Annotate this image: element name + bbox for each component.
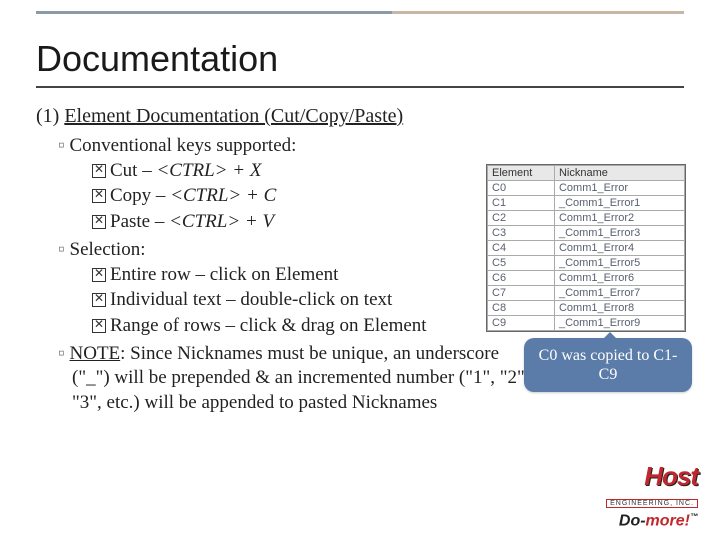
note-label: NOTE [70, 343, 121, 364]
bullet-icon [92, 215, 106, 229]
table-cell: Comm1_Error6 [554, 271, 684, 286]
bullet-icon [92, 319, 106, 333]
table-cell: C4 [488, 241, 555, 256]
bullet-icon [92, 189, 106, 203]
brand-logo: Host ENGINEERING, INC. Do-more!™ [606, 461, 698, 530]
bullet-icon [92, 268, 106, 282]
table-cell: _Comm1_Error9 [554, 316, 684, 331]
callout-bubble: C0 was copied to C1-C9 [524, 338, 692, 392]
table-row: C7_Comm1_Error7 [488, 286, 685, 301]
section-heading: (1) Element Documentation (Cut/Copy/Past… [36, 104, 684, 130]
table-row: C2Comm1_Error2 [488, 211, 685, 226]
sel-text: Entire row – click on Element [110, 264, 338, 285]
table-row: C8Comm1_Error8 [488, 301, 685, 316]
key-label: Cut – [110, 160, 156, 181]
slide: Documentation (1) Element Documentation … [0, 0, 720, 540]
bullet-keys-supported: Conventional keys supported: [58, 134, 684, 158]
table-cell: Comm1_Error4 [554, 241, 684, 256]
table-cell: _Comm1_Error1 [554, 196, 684, 211]
table-cell: C3 [488, 226, 555, 241]
bullet-icon [92, 293, 106, 307]
table-row: C4Comm1_Error4 [488, 241, 685, 256]
table-row: C6Comm1_Error6 [488, 271, 685, 286]
page-title: Documentation [36, 38, 684, 80]
key-label: Copy – [110, 185, 170, 206]
table-cell: C5 [488, 256, 555, 271]
bullet-note: NOTE: Since Nicknames must be unique, an… [58, 342, 538, 415]
table-cell: Comm1_Error2 [554, 211, 684, 226]
keys-head-text: Conventional keys supported: [70, 135, 297, 156]
table-row: C5_Comm1_Error5 [488, 256, 685, 271]
table-cell: C7 [488, 286, 555, 301]
col-nickname: Nickname [554, 166, 684, 181]
title-rule [36, 86, 684, 88]
accent-line [36, 8, 684, 20]
table-cell: Comm1_Error [554, 181, 684, 196]
table-row: C3_Comm1_Error3 [488, 226, 685, 241]
logo-more: more! [646, 512, 690, 529]
table-cell: _Comm1_Error3 [554, 226, 684, 241]
table-cell: C9 [488, 316, 555, 331]
section-number: (1) [36, 105, 59, 127]
logo-domore: Do-more!™ [606, 512, 698, 530]
table-row: C0Comm1_Error [488, 181, 685, 196]
logo-do: Do- [619, 512, 646, 529]
note-text: : Since Nicknames must be unique, an und… [72, 343, 530, 413]
table-cell: _Comm1_Error5 [554, 256, 684, 271]
key-combo: <CTRL> + X [156, 160, 261, 181]
table-cell: C2 [488, 211, 555, 226]
table-cell: C6 [488, 271, 555, 286]
selection-head-text: Selection: [70, 239, 146, 260]
key-label: Paste – [110, 211, 169, 232]
table-cell: C1 [488, 196, 555, 211]
sel-text: Individual text – double-click on text [110, 289, 392, 310]
table-row: C9_Comm1_Error9 [488, 316, 685, 331]
element-nickname-table: Element Nickname C0Comm1_ErrorC1_Comm1_E… [486, 164, 686, 332]
logo-tm: ™ [690, 512, 698, 521]
col-element: Element [488, 166, 555, 181]
section-title: Element Documentation (Cut/Copy/Paste) [64, 105, 403, 127]
bullet-icon [92, 164, 106, 178]
logo-engineering: ENGINEERING, INC. [606, 499, 698, 508]
table-cell: C0 [488, 181, 555, 196]
sel-text: Range of rows – click & drag on Element [110, 315, 427, 336]
logo-host: Host [606, 461, 698, 492]
key-combo: <CTRL> + C [170, 185, 276, 206]
key-combo: <CTRL> + V [169, 211, 274, 232]
table-cell: Comm1_Error8 [554, 301, 684, 316]
table-row: C1_Comm1_Error1 [488, 196, 685, 211]
table-cell: _Comm1_Error7 [554, 286, 684, 301]
table-cell: C8 [488, 301, 555, 316]
